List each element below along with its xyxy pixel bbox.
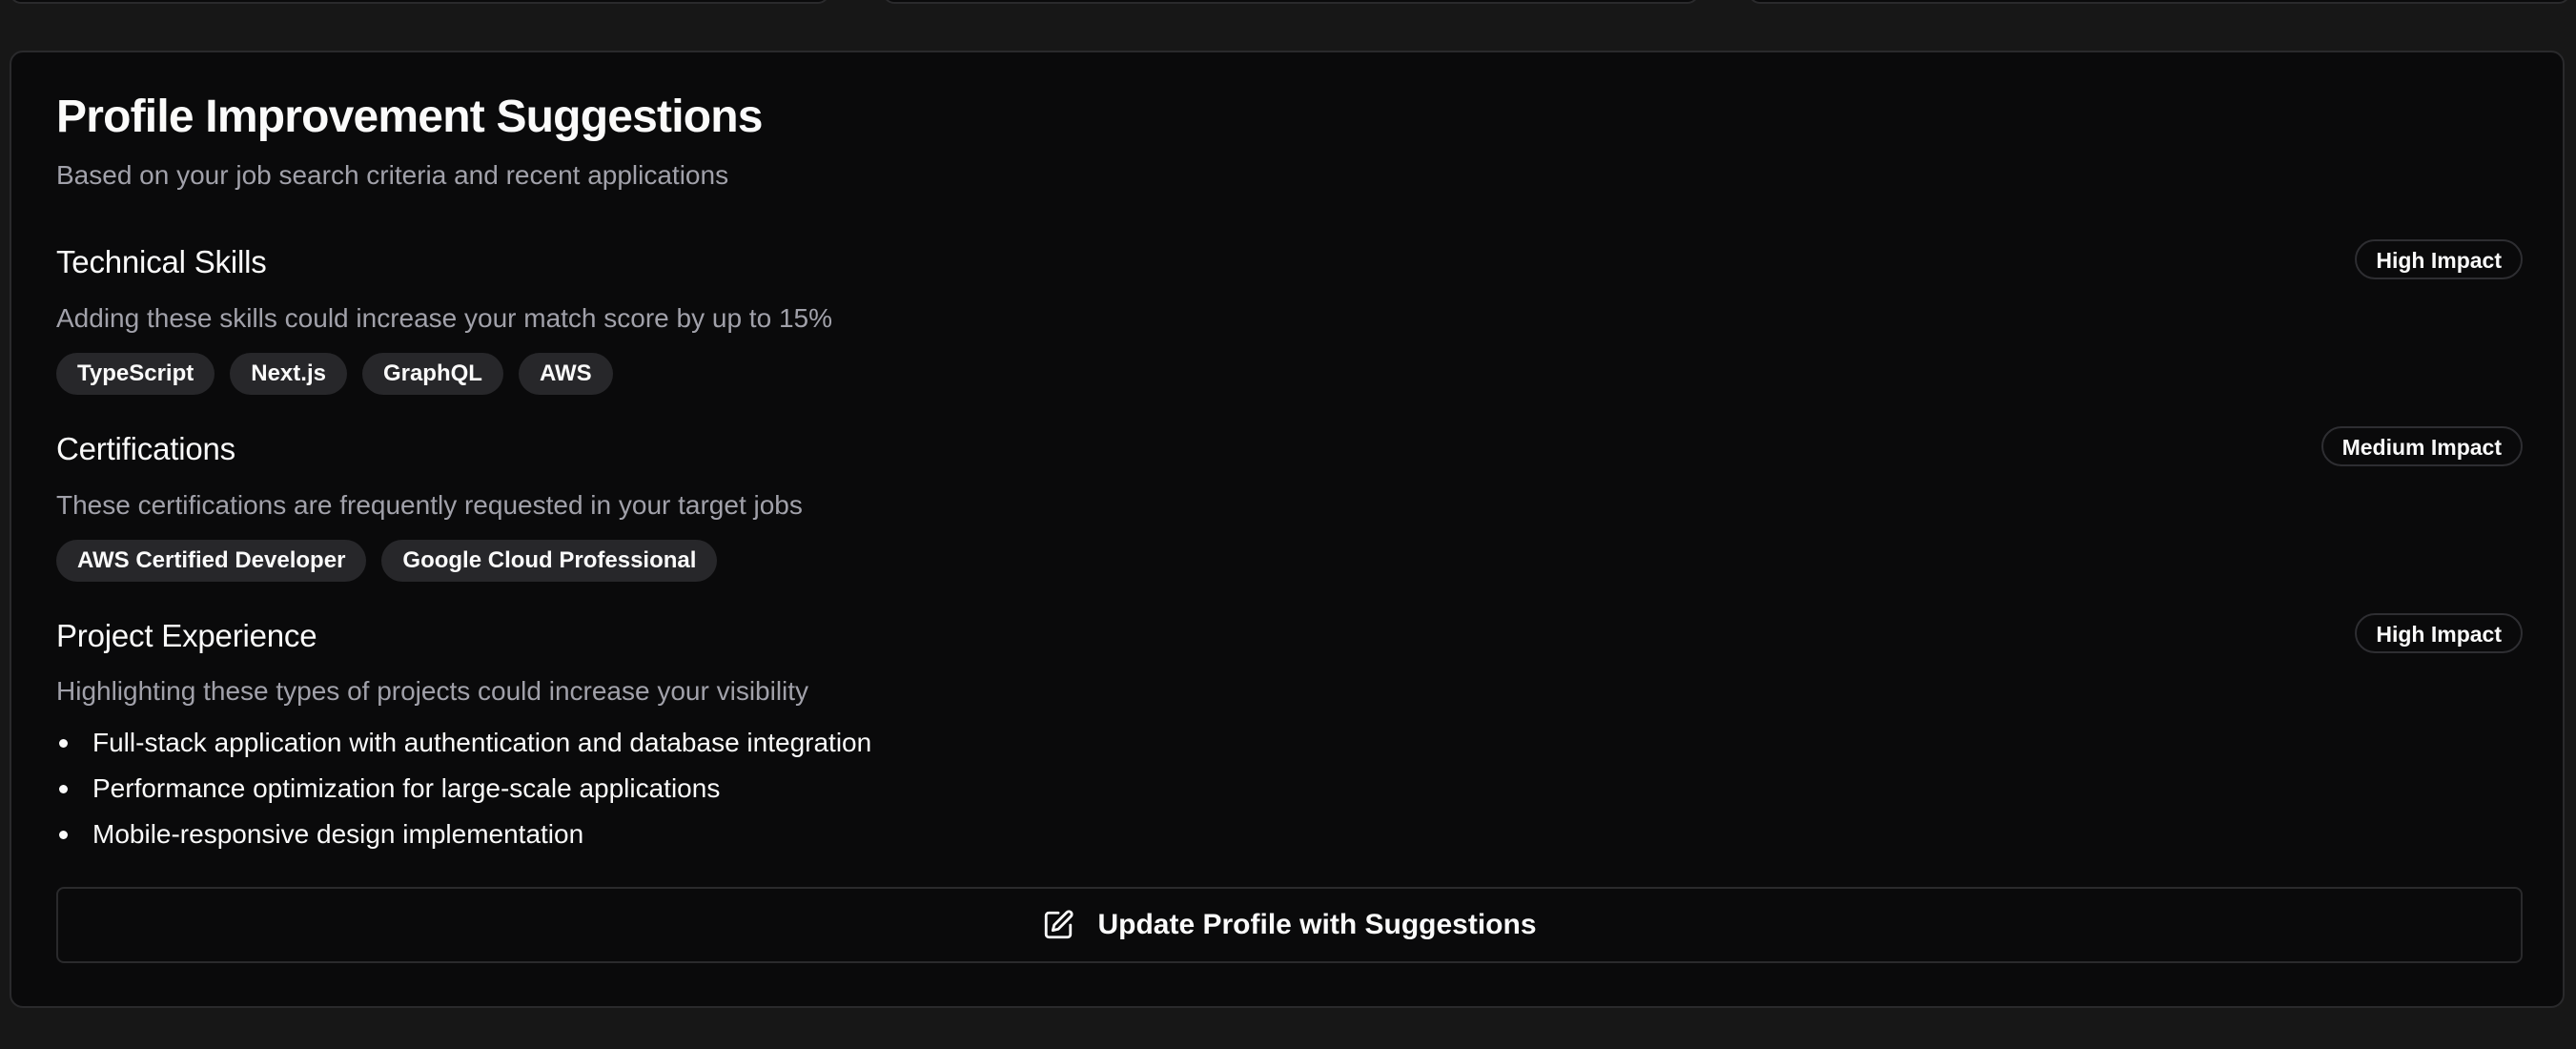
update-profile-button[interactable]: Update Profile with Suggestions bbox=[56, 887, 2523, 963]
update-profile-button-label: Update Profile with Suggestions bbox=[1097, 909, 1537, 940]
bullet-dot bbox=[59, 831, 68, 839]
certifications-chip-list: AWS Certified Developer Google Cloud Pro… bbox=[56, 540, 718, 582]
list-item: Full-stack application with authenticati… bbox=[56, 720, 871, 766]
profile-suggestions-card: Profile Improvement Suggestions Based on… bbox=[10, 51, 2565, 1008]
skill-chip-aws: AWS bbox=[518, 353, 613, 395]
list-item-text: Mobile-responsive design implementation bbox=[92, 819, 584, 849]
skill-chip-typescript: TypeScript bbox=[56, 353, 215, 395]
skill-chip-nextjs: Next.js bbox=[230, 353, 347, 395]
certifications-impact-badge: Medium Impact bbox=[2320, 426, 2523, 466]
skill-chip-graphql: GraphQL bbox=[361, 353, 503, 395]
project-suggestion-list: Full-stack application with authenticati… bbox=[56, 720, 871, 857]
certifications-description: These certifications are frequently requ… bbox=[56, 490, 803, 520]
list-item-text: Performance optimization for large-scale… bbox=[92, 773, 721, 803]
project-experience-impact-badge: High Impact bbox=[2355, 613, 2523, 653]
list-item: Performance optimization for large-scale… bbox=[56, 766, 871, 812]
edit-icon bbox=[1045, 910, 1074, 939]
certifications-title: Certifications bbox=[56, 431, 235, 466]
certification-chip-aws-developer: AWS Certified Developer bbox=[56, 540, 367, 582]
previous-card-1 bbox=[10, 0, 829, 4]
project-experience-title: Project Experience bbox=[56, 618, 317, 653]
previous-card-2 bbox=[883, 0, 1699, 4]
card-subtitle: Based on your job search criteria and re… bbox=[56, 160, 729, 190]
project-experience-description: Highlighting these types of projects cou… bbox=[56, 676, 809, 706]
certification-chip-google-cloud: Google Cloud Professional bbox=[381, 540, 718, 582]
list-item: Mobile-responsive design implementation bbox=[56, 812, 871, 857]
technical-skills-description: Adding these skills could increase your … bbox=[56, 303, 832, 333]
technical-skills-chip-list: TypeScript Next.js GraphQL AWS bbox=[56, 353, 613, 395]
card-title: Profile Improvement Suggestions bbox=[56, 92, 763, 142]
technical-skills-impact-badge: High Impact bbox=[2355, 239, 2523, 279]
technical-skills-title: Technical Skills bbox=[56, 244, 267, 279]
bullet-dot bbox=[59, 785, 68, 793]
list-item-text: Full-stack application with authenticati… bbox=[92, 728, 872, 757]
previous-card-3 bbox=[1748, 0, 2570, 4]
bullet-dot bbox=[59, 739, 68, 748]
